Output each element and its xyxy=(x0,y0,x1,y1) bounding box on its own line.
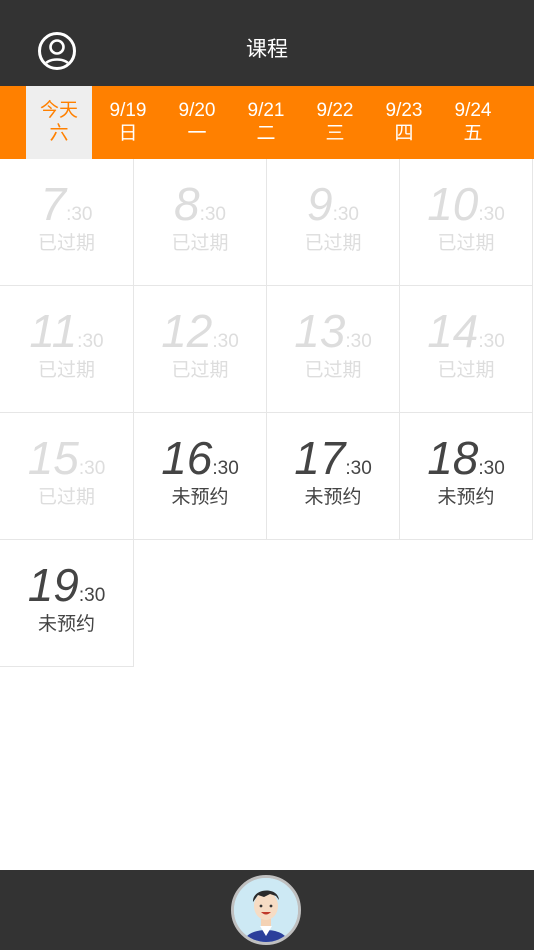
date-tab-date: 9/21 xyxy=(247,100,285,121)
slot-hour: 11 xyxy=(29,305,78,357)
date-tab-date: 9/23 xyxy=(385,100,423,121)
app-header: 课程 xyxy=(0,0,534,86)
slot-status: 已过期 xyxy=(304,359,362,381)
slot-hour: 10 xyxy=(427,178,479,230)
slot-minute: :30 xyxy=(478,331,505,352)
slot-minute: :30 xyxy=(332,204,359,225)
date-tab-3[interactable]: 9/21 二 xyxy=(233,86,299,159)
slot-minute: :30 xyxy=(478,204,505,225)
page-title: 课程 xyxy=(246,37,288,61)
slot-hour: 12 xyxy=(161,305,213,357)
date-tab-weekday: 三 xyxy=(325,123,345,144)
slot-status: 未预约 xyxy=(437,486,495,508)
date-tab-0[interactable]: 今天六 xyxy=(26,86,92,159)
slot-hour: 17 xyxy=(294,432,346,484)
slot-minute: :30 xyxy=(478,458,505,479)
date-tab-date: 9/24 xyxy=(454,100,492,121)
time-slot: 15:30 已过期 xyxy=(0,413,134,540)
slot-hour: 8 xyxy=(173,178,200,230)
slot-minute: :30 xyxy=(345,331,372,352)
date-tab-5[interactable]: 9/23 四 xyxy=(371,86,437,159)
time-slot[interactable]: 18:30 未预约 xyxy=(400,413,533,540)
slot-status: 已过期 xyxy=(37,359,95,381)
slot-status: 已过期 xyxy=(437,359,495,381)
slot-hour: 19 xyxy=(27,559,79,611)
slot-minute: :30 xyxy=(66,204,93,225)
slot-hour: 16 xyxy=(161,432,213,484)
date-tab-4[interactable]: 9/22 三 xyxy=(302,86,368,159)
slot-minute: :30 xyxy=(212,331,239,352)
coach-avatar-icon[interactable] xyxy=(231,875,301,945)
slot-status: 未预约 xyxy=(37,613,95,635)
slot-minute: :30 xyxy=(77,331,104,352)
slot-minute: :30 xyxy=(78,585,106,606)
time-slot[interactable]: 19:30 未预约 xyxy=(0,540,134,667)
date-tab-weekday: 五 xyxy=(463,123,483,144)
slot-minute: :30 xyxy=(345,458,372,479)
slot-hour: 7 xyxy=(40,178,67,230)
time-slot[interactable]: 16:30 未预约 xyxy=(134,413,267,540)
date-tab-date: 9/22 xyxy=(316,100,354,121)
date-tab-bar: 今天六 9/19 日 9/20 一 9/21 二 9/22 三 9/23 四 9/24 五 xyxy=(0,86,534,159)
time-slot[interactable]: 17:30 未预约 xyxy=(267,413,400,540)
slot-minute: :30 xyxy=(78,458,106,479)
slot-hour: 18 xyxy=(427,432,479,484)
time-slot: 14:30 已过期 xyxy=(400,286,533,413)
time-slot: 9:30 已过期 xyxy=(267,159,400,286)
slot-status: 已过期 xyxy=(37,232,95,254)
slot-status: 未预约 xyxy=(304,486,362,508)
slot-status: 已过期 xyxy=(437,232,495,254)
date-tab-weekday: 日 xyxy=(118,123,138,144)
time-slot: 7:30 已过期 xyxy=(0,159,134,286)
date-tab-date: 今天 xyxy=(39,100,78,121)
slot-status: 已过期 xyxy=(171,359,229,381)
time-slot: 10:30 已过期 xyxy=(400,159,533,286)
slot-status: 已过期 xyxy=(37,486,95,508)
date-tab-2[interactable]: 9/20 一 xyxy=(164,86,230,159)
slot-minute: :30 xyxy=(199,204,226,225)
bottom-bar xyxy=(0,870,534,950)
date-tab-weekday: 四 xyxy=(394,123,414,144)
time-slot: 12:30 已过期 xyxy=(134,286,267,413)
date-tab-date: 9/19 xyxy=(109,100,147,121)
date-tab-date: 9/20 xyxy=(178,100,216,121)
date-tab-1[interactable]: 9/19 日 xyxy=(95,86,161,159)
date-tab-6[interactable]: 9/24 五 xyxy=(440,86,506,159)
slot-hour: 9 xyxy=(306,178,333,230)
time-slot: 8:30 已过期 xyxy=(134,159,267,286)
slot-status: 已过期 xyxy=(304,232,362,254)
slot-hour: 13 xyxy=(294,305,346,357)
slot-hour: 15 xyxy=(27,432,79,484)
date-tab-weekday: 六 xyxy=(49,123,69,144)
time-slot: 11:30 已过期 xyxy=(0,286,134,413)
slot-status: 未预约 xyxy=(171,486,229,508)
time-slot: 13:30 已过期 xyxy=(267,286,400,413)
slot-hour: 14 xyxy=(427,305,479,357)
slot-minute: :30 xyxy=(212,458,239,479)
slot-status: 已过期 xyxy=(171,232,229,254)
date-tab-weekday: 一 xyxy=(187,123,207,144)
date-tab-weekday: 二 xyxy=(256,123,276,144)
